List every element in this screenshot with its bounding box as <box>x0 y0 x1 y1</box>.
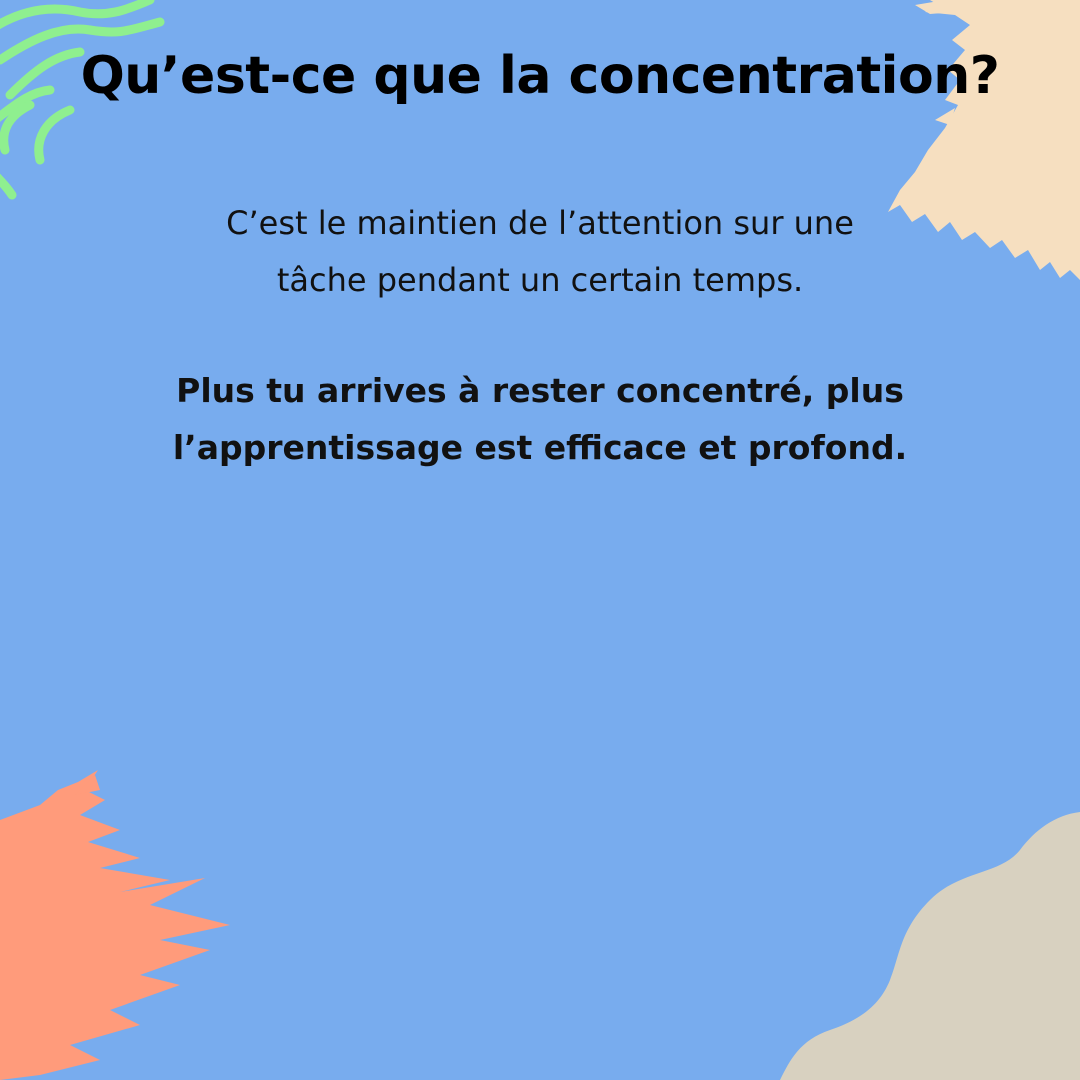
emphasis-text: Plus tu arrives à rester concentré, plus… <box>0 362 1080 476</box>
salmon-brush-stroke <box>0 770 230 1080</box>
decorative-shapes <box>0 0 1080 1080</box>
definition-line-2: tâche pendant un certain temps. <box>276 261 804 299</box>
page-title: Qu’est-ce que la concentration? <box>80 46 1000 106</box>
definition-text: C’est le maintien de l’attention sur une… <box>0 195 1080 309</box>
emphasis-line-2: l’apprentissage est efficace et profond. <box>172 428 908 467</box>
definition-line-1: C’est le maintien de l’attention sur une <box>226 204 854 242</box>
emphasis-line-1: Plus tu arrives à rester concentré, plus <box>176 371 904 410</box>
grey-blob <box>780 812 1080 1080</box>
